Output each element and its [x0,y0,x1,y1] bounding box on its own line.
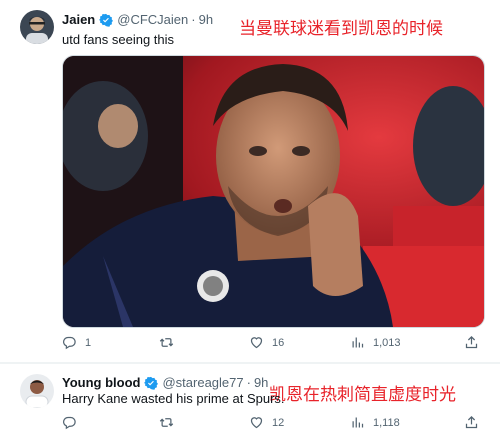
reply-icon [63,336,76,350]
tweet[interactable]: Young blood @stareagle77 · 9h 凯恩在热刺简直虚度时… [0,364,500,440]
like-button[interactable]: 16 [249,335,284,350]
tweet-text: utd fans seeing this [62,32,175,47]
share-icon [465,415,478,429]
tweet-media-photo[interactable] [62,55,485,328]
verified-badge-icon [99,13,114,27]
like-count: 16 [272,336,285,349]
overlay-caption: 凯恩在热刺简直虚度时光 [269,385,456,404]
reply-button[interactable] [62,415,85,430]
views-icon [352,337,364,348]
tweet-actions: 1 16 1,013 [62,335,482,355]
author-handle[interactable]: @stareagle77 [162,375,243,390]
timestamp[interactable]: 9h [199,12,213,27]
share-icon [465,335,478,349]
overlay-caption: 当曼联球迷看到凯恩的时候 [239,19,443,38]
author-name[interactable]: Jaien [62,12,95,27]
like-icon [250,417,263,429]
tweet-header: Jaien @CFCJaien · 9h [62,12,213,27]
share-button[interactable] [464,335,479,350]
retweet-button[interactable] [159,335,182,350]
like-button[interactable]: 12 [249,415,284,430]
views-count: 1,013 [373,336,401,349]
tweet-actions: 12 1,118 [62,415,482,435]
views-button[interactable]: 1,013 [350,335,401,350]
like-icon [250,337,263,349]
reply-button[interactable]: 1 [62,335,91,350]
crying-player-photo [63,56,484,327]
tweet-text: Harry Kane wasted his prime at Spurs. [62,391,285,406]
like-count: 12 [272,416,285,429]
share-button[interactable] [464,415,479,430]
tweet-header: Young blood @stareagle77 · 9h [62,375,268,390]
author-handle[interactable]: @CFCJaien [117,12,188,27]
separator-dot: · [246,375,251,390]
views-button[interactable]: 1,118 [350,415,400,430]
author-avatar[interactable] [20,10,54,44]
timestamp[interactable]: 9h [254,375,268,390]
verified-badge-icon [144,376,159,390]
views-count: 1,118 [373,416,400,429]
author-name[interactable]: Young blood [62,375,140,390]
retweet-button[interactable] [159,415,182,430]
reply-count: 1 [85,336,92,349]
views-icon [352,417,364,428]
author-avatar[interactable] [20,374,54,408]
retweet-icon [159,338,174,347]
reply-icon [63,416,76,430]
separator-dot: · [191,12,196,27]
tweet[interactable]: Jaien @CFCJaien · 9h 当曼联球迷看到凯恩的时候 utd fa… [0,0,500,362]
retweet-icon [159,418,174,427]
